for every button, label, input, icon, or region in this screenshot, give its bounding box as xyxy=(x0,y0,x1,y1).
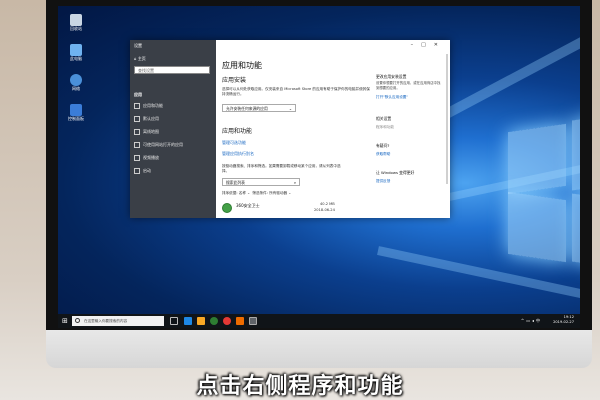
recycle-bin-icon xyxy=(70,14,82,26)
system-tray[interactable]: ^▭◂中 xyxy=(521,318,542,324)
app-store-icon[interactable] xyxy=(236,317,244,325)
settings-search-input[interactable]: 查找设置 xyxy=(134,66,210,74)
desktop-icon-this-pc[interactable]: 此电脑 xyxy=(64,44,88,61)
window-scrollbar[interactable] xyxy=(446,54,448,184)
startup-icon xyxy=(134,168,140,174)
websites-icon xyxy=(134,142,140,148)
window-title: 设置 xyxy=(134,43,142,48)
app-list-search-input[interactable]: 搜索此列表 ⌕ xyxy=(222,178,300,186)
sidebar-item-default-apps[interactable]: 默认应用 xyxy=(134,116,159,122)
taskbar-clock[interactable]: 19:12 2019-02-27 xyxy=(553,315,574,324)
video-subtitle: 点击右侧程序和功能 xyxy=(196,374,404,399)
install-heading: 应用安装 xyxy=(222,77,247,84)
chevron-down-icon: ⌄ xyxy=(288,106,292,111)
sidebar-item-label: 离线地图 xyxy=(143,129,159,134)
file-explorer-icon[interactable] xyxy=(197,317,205,325)
related-settings-title: 相关设置 xyxy=(376,116,392,121)
maximize-button[interactable]: □ xyxy=(421,42,434,48)
video-icon xyxy=(134,155,140,161)
default-apps-settings-link[interactable]: 打开"默认应用设置" xyxy=(376,95,408,100)
chevron-down-icon: ⌄ xyxy=(288,191,292,195)
desktop-icon-recycle-bin[interactable]: 回收站 xyxy=(64,14,88,31)
desktop-icon-label: 网络 xyxy=(72,86,80,91)
dropdown-value: 允许安装任何来源的应用 xyxy=(226,106,268,111)
computer-icon xyxy=(70,44,82,56)
control-panel-icon xyxy=(70,104,82,116)
related-description: 设置你想要打开的应用，或在应用商店中找到想要的应用。 xyxy=(376,81,441,90)
desktop-icon-network[interactable]: 网络 xyxy=(64,74,88,91)
start-windows-icon[interactable]: ⊞ xyxy=(62,317,70,325)
desktop-icon-label: 回收站 xyxy=(70,26,82,31)
desktop-icon-control-panel[interactable]: 控制面板 xyxy=(64,104,88,121)
taskbar: ⊞ 在这里输入你要搜索的内容 ^▭◂中 19:12 2019-02-27 xyxy=(58,314,580,328)
sidebar-item-video-playback[interactable]: 视频播放 xyxy=(134,155,159,161)
sidebar-item-startup[interactable]: 启动 xyxy=(134,168,151,174)
sidebar-item-label: 应用和功能 xyxy=(143,103,163,108)
desktop-screen: 回收站 此电脑 网络 控制面板 设置 查找设置 ⌂ 主页 应用 应用和功能 默认… xyxy=(58,6,580,328)
improve-title: 让 Windows 变得更好 xyxy=(376,170,415,175)
taskbar-search-placeholder: 在这里输入你要搜索的内容 xyxy=(84,319,128,323)
search-icon: ⌕ xyxy=(293,180,296,185)
settings-gear-icon[interactable] xyxy=(249,317,257,325)
security-app-icon[interactable] xyxy=(210,317,218,325)
settings-window: 设置 查找设置 ⌂ 主页 应用 应用和功能 默认应用 离线地图 可使用网站打开的… xyxy=(130,40,450,218)
page-title: 应用和功能 xyxy=(222,61,262,70)
app-360-icon xyxy=(222,203,232,213)
list-icon xyxy=(134,103,140,109)
chevron-down-icon: ⌄ xyxy=(247,191,251,195)
desktop-icon-label: 此电脑 xyxy=(70,56,82,61)
app-date: 2018-06-24 xyxy=(314,208,335,212)
settings-sidebar: 设置 查找设置 ⌂ 主页 应用 应用和功能 默认应用 离线地图 可使用网站打开的… xyxy=(130,40,216,218)
windows-logo-wallpaper xyxy=(508,111,580,271)
sidebar-section-title: 应用 xyxy=(134,92,142,97)
search-description: 按驱动器搜索、排序和筛选。如果需要卸载或移动某个应用，请从列表中选择。 xyxy=(222,164,341,173)
search-placeholder: 搜索此列表 xyxy=(226,180,245,185)
input-method-icon: 中 xyxy=(536,318,542,323)
install-source-dropdown[interactable]: 允许安装任何来源的应用 ⌄ xyxy=(222,104,296,112)
sidebar-item-label: 启动 xyxy=(143,168,151,173)
get-help-link[interactable]: 获取帮助 xyxy=(376,152,390,157)
sort-dropdown[interactable]: 排序依据: 名称 xyxy=(222,191,246,195)
network-icon xyxy=(70,74,82,86)
minimize-button[interactable]: – xyxy=(411,42,422,48)
manage-optional-features-link[interactable]: 管理可选功能 xyxy=(222,140,246,146)
features-heading: 应用和功能 xyxy=(222,128,253,135)
window-controls: –□✕ xyxy=(411,42,446,48)
app-name: 360安全卫士 xyxy=(236,203,260,208)
sidebar-item-apps-for-websites[interactable]: 可使用网站打开的应用 xyxy=(134,142,183,148)
close-button[interactable]: ✕ xyxy=(434,42,446,48)
map-icon xyxy=(134,129,140,135)
sidebar-item-offline-maps[interactable]: 离线地图 xyxy=(134,129,159,135)
chrome-browser-icon[interactable] xyxy=(223,317,231,325)
clock-date: 2019-02-27 xyxy=(553,319,574,324)
related-title: 更改应用安装设置 xyxy=(376,74,407,79)
desktop-icon-label: 控制面板 xyxy=(68,116,84,121)
edge-browser-icon[interactable] xyxy=(184,317,192,325)
sidebar-item-label: 可使用网站打开的应用 xyxy=(143,142,183,147)
sidebar-item-apps-features[interactable]: 应用和功能 xyxy=(134,103,163,109)
manage-app-aliases-link[interactable]: 管理应用执行别名 xyxy=(222,151,254,157)
app-size: 40.2 MB xyxy=(320,202,335,206)
sort-and-filter: 排序依据: 名称 ⌄ 筛选条件: 所有驱动器 ⌄ xyxy=(222,191,291,196)
sidebar-item-label: 视频播放 xyxy=(143,155,159,160)
feedback-link[interactable]: 提供反馈 xyxy=(376,179,390,184)
cortana-icon xyxy=(75,318,80,323)
question-title: 有疑问? xyxy=(376,143,390,148)
monitor-chin xyxy=(46,330,592,368)
sidebar-home[interactable]: ⌂ 主页 xyxy=(134,56,146,62)
default-apps-icon xyxy=(134,116,140,122)
sidebar-item-label: 默认应用 xyxy=(143,116,159,121)
task-view-icon[interactable] xyxy=(170,317,178,325)
app-list-item[interactable]: 360安全卫士 40.2 MB 2018-06-24 xyxy=(222,202,342,216)
programs-and-features-link[interactable]: 程序和功能 xyxy=(376,125,394,130)
filter-dropdown[interactable]: 筛选条件: 所有驱动器 xyxy=(252,191,287,195)
sidebar-home-label: 主页 xyxy=(137,56,146,61)
install-description: 选择可以从何处获取应用。仅安装来自 Microsoft Store 的应用有助于… xyxy=(222,87,370,96)
taskbar-search-box[interactable]: 在这里输入你要搜索的内容 xyxy=(72,316,164,326)
